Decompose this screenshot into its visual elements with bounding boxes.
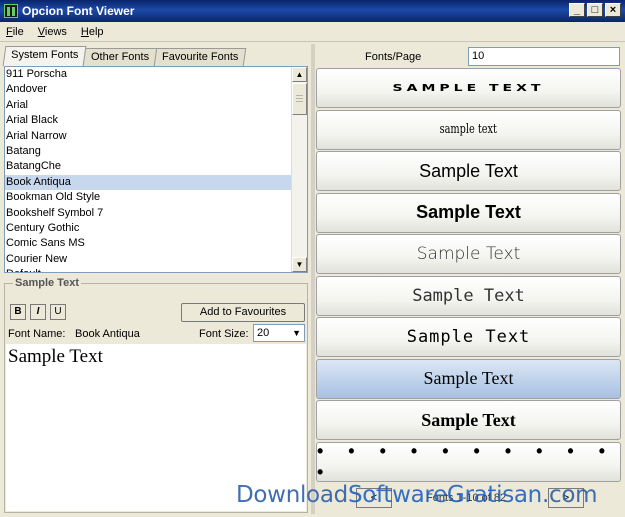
font-sample-button[interactable]: • • • • • • • • • • • xyxy=(316,441,621,482)
menu-bar: File Views Help xyxy=(0,22,625,42)
font-list[interactable]: 911 Porscha Andover Arial Arial Black Arial … xyxy=(4,66,308,273)
font-list-item[interactable]: Bookshelf Symbol 7 xyxy=(5,206,292,221)
scroll-thumb[interactable] xyxy=(292,83,307,115)
tab-favourite-fonts[interactable]: Favourite Fonts xyxy=(154,48,248,66)
font-sample-button[interactable]: SAMPLE TEXT xyxy=(316,68,621,108)
font-size-select[interactable]: 20 ▼ xyxy=(253,324,305,342)
tab-system-fonts[interactable]: System Fonts xyxy=(2,46,87,66)
minimize-button[interactable]: _ xyxy=(569,3,585,17)
font-sample-button[interactable]: Sample Text xyxy=(316,151,621,191)
tab-other-fonts[interactable]: Other Fonts xyxy=(82,48,158,66)
font-sample-button[interactable]: Sample Text xyxy=(316,192,621,233)
font-name-value: Book Antiqua xyxy=(75,328,140,340)
title-bar: Opcion Font Viewer _ □ × xyxy=(0,0,625,22)
font-sample-button[interactable]: Sample Text xyxy=(316,317,621,357)
watermark-logo: DownloadSoftwareGratisan.com xyxy=(236,482,598,508)
font-list-item[interactable]: Batang xyxy=(5,144,292,159)
font-list-scrollbar[interactable]: ▲ ▼ xyxy=(291,67,307,272)
font-sample-button[interactable]: Sample Text xyxy=(316,275,621,316)
font-source-tabs: System Fonts Other Fonts Favourite Fonts xyxy=(2,46,248,66)
font-list-item[interactable]: Default xyxy=(5,267,292,272)
maximize-button[interactable]: □ xyxy=(587,3,603,17)
font-list-item[interactable]: Courier New xyxy=(5,252,292,267)
font-list-item[interactable]: 911 Porscha xyxy=(5,67,292,82)
italic-button[interactable]: I xyxy=(30,304,46,320)
font-sample-button[interactable]: Sample Text xyxy=(316,234,621,274)
font-list-item[interactable]: Comic Sans MS xyxy=(5,236,292,251)
font-size-value: 20 xyxy=(257,327,270,339)
font-sample-button-selected[interactable]: Sample Text xyxy=(316,358,621,399)
font-list-item[interactable]: Arial Narrow xyxy=(5,129,292,144)
scroll-down-button[interactable]: ▼ xyxy=(292,257,307,272)
font-sample-button[interactable]: Sample Text xyxy=(316,400,621,440)
font-list-item-selected[interactable]: Book Antiqua xyxy=(5,174,292,191)
menu-views[interactable]: Views xyxy=(38,26,67,38)
font-list-item[interactable]: Bookman Old Style xyxy=(5,190,292,205)
fonts-per-page-label: Fonts/Page xyxy=(365,51,422,63)
preview-text: Sample Text xyxy=(8,346,103,367)
font-list-item[interactable]: Andover xyxy=(5,82,292,97)
font-list-item[interactable]: Arial Black xyxy=(5,113,292,128)
font-list-item[interactable]: Arial xyxy=(5,98,292,113)
font-size-label: Font Size: xyxy=(199,328,249,340)
font-samples: SAMPLE TEXT sample text Sample Text Samp… xyxy=(316,68,621,483)
font-list-item[interactable]: BatangChe xyxy=(5,159,292,174)
underline-button[interactable]: U xyxy=(50,304,66,320)
font-sample-button[interactable]: sample text xyxy=(316,109,621,150)
sample-group-legend: Sample Text xyxy=(13,277,81,289)
panel-splitter[interactable] xyxy=(311,44,315,514)
fonts-per-page-input[interactable]: 10 xyxy=(468,47,620,66)
scroll-up-button[interactable]: ▲ xyxy=(292,67,307,82)
font-list-item[interactable]: Century Gothic xyxy=(5,221,292,236)
app-icon xyxy=(4,4,18,18)
menu-help[interactable]: Help xyxy=(81,26,104,38)
font-name-label: Font Name: xyxy=(8,328,66,340)
window-title: Opcion Font Viewer xyxy=(22,4,135,18)
close-button[interactable]: × xyxy=(605,3,621,17)
menu-file[interactable]: File xyxy=(6,26,24,38)
chevron-down-icon: ▼ xyxy=(292,328,301,338)
add-to-favourites-button[interactable]: Add to Favourites xyxy=(181,303,305,322)
sample-text-group: Sample Text B I U Add to Favourites Font… xyxy=(4,277,308,513)
bold-button[interactable]: B xyxy=(10,304,26,320)
